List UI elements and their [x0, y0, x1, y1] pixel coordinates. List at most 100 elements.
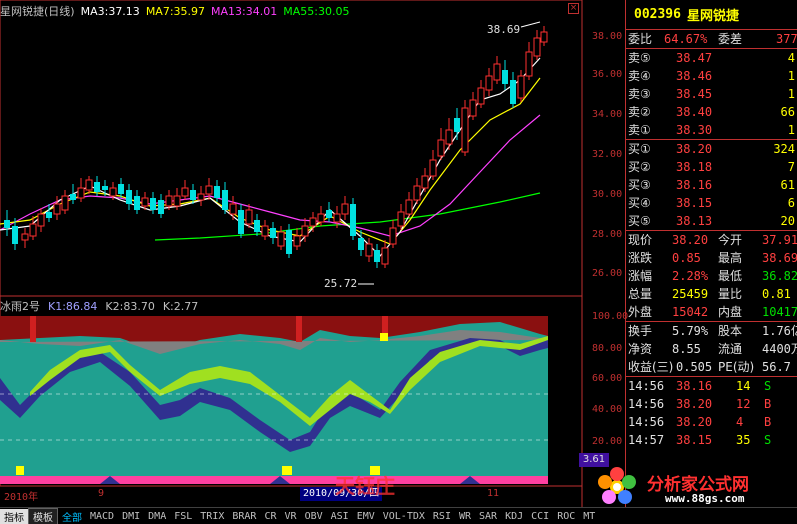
- stat-label: 量比: [718, 287, 743, 301]
- candle-body: [341, 203, 349, 215]
- candle-body: [214, 186, 220, 198]
- bid-label: 买②: [628, 160, 651, 174]
- bid-price: 38.20: [676, 142, 713, 156]
- chart-header: 星网锐捷(日线) MA3:37.13 MA7:35.97 MA13:34.01 MA55…: [0, 3, 355, 18]
- candle-body: [190, 190, 196, 200]
- stat-label: 涨跌: [628, 251, 653, 265]
- stat-value: 1.76亿: [762, 324, 797, 338]
- candle-body: [454, 118, 460, 132]
- bid-price: 38.13: [676, 214, 713, 228]
- tick-time: 14:56: [628, 379, 665, 393]
- candle-body: [102, 186, 108, 190]
- toolbar-item[interactable]: MT: [579, 511, 599, 522]
- candle-body: [429, 159, 437, 177]
- toolbar-item[interactable]: 指标: [0, 508, 28, 524]
- indicator-tick: 80.00: [592, 343, 623, 354]
- watermark-logo: 分析家公式网 www.88gs.com: [587, 462, 797, 507]
- watermark-stamp: 天钰庄: [335, 474, 395, 498]
- toolbar-item[interactable]: BRAR: [228, 511, 260, 522]
- ask-volume: 1: [787, 123, 795, 137]
- candle-body: [4, 220, 10, 228]
- stat-value: 25459: [672, 287, 709, 301]
- tick-side: B: [764, 397, 772, 411]
- candle-body: [437, 139, 445, 157]
- high-label: 38.69: [487, 23, 521, 36]
- ask-row: 卖③ 38.45 1: [626, 85, 797, 103]
- candle-body: [502, 70, 508, 84]
- toolbar-item[interactable]: VR: [281, 511, 301, 522]
- toolbar-item[interactable]: RSI: [429, 511, 455, 522]
- stat-value: 56.7: [762, 360, 791, 374]
- low-label: 25.72: [324, 277, 358, 290]
- candle-body: [421, 175, 429, 189]
- candle-body: [141, 197, 149, 207]
- candle-body: [389, 227, 397, 245]
- toolbar-item[interactable]: SAR: [475, 511, 501, 522]
- bid-volume: 7: [787, 160, 795, 174]
- candle-body: [286, 230, 292, 254]
- toolbar-item[interactable]: VOL-TDX: [379, 511, 429, 522]
- toolbar-item[interactable]: ROC: [553, 511, 579, 522]
- ask-row: 卖④ 38.46 1: [626, 67, 797, 85]
- candle-body: [469, 99, 477, 117]
- candle-body: [197, 193, 205, 201]
- bid-label: 买⑤: [628, 214, 651, 228]
- tick-volume: 35: [736, 433, 751, 447]
- close-icon[interactable]: ×: [568, 3, 579, 14]
- toolbar-item[interactable]: CCI: [527, 511, 553, 522]
- candle-body: [21, 233, 29, 241]
- toolbar-item[interactable]: DMA: [144, 511, 170, 522]
- toolbar-item[interactable]: 模板: [28, 508, 58, 524]
- ask-price: 38.30: [676, 123, 713, 137]
- tick-time: 14:56: [628, 397, 665, 411]
- quote-panel: 002396 星网锐捷 委比 64.67% 委差 377 卖⑤ 38.47 4 卖④ 3…: [625, 0, 797, 507]
- date-axis-month-9: 9: [98, 488, 105, 499]
- toolbar-item[interactable]: ASI: [327, 511, 353, 522]
- candle-body: [158, 200, 164, 214]
- candles: [4, 26, 548, 268]
- toolbar-item[interactable]: FSL: [170, 511, 196, 522]
- candle-body: [397, 211, 405, 227]
- toolbar-item[interactable]: KDJ: [501, 511, 527, 522]
- candle-body: [493, 63, 501, 81]
- candle-body: [270, 228, 276, 238]
- stat-value: 0.85: [672, 251, 701, 265]
- candle-body: [94, 182, 100, 192]
- bid-volume: 20: [780, 214, 795, 228]
- bid-volume: 61: [780, 178, 795, 192]
- tick-price: 38.20: [676, 415, 713, 429]
- toolbar-item[interactable]: CR: [260, 511, 280, 522]
- tick-row: 14:56 38.20 4 B: [626, 413, 797, 431]
- candle-body: [46, 212, 52, 218]
- toolbar-item[interactable]: EMV: [353, 511, 379, 522]
- ask-row: 卖⑤ 38.47 4: [626, 49, 797, 67]
- stat-label: 最高: [718, 251, 743, 265]
- stat-value: 38.69: [762, 251, 797, 265]
- toolbar-item[interactable]: MACD: [86, 511, 118, 522]
- toolbar-item[interactable]: WR: [455, 511, 475, 522]
- stat-row: 收益(三) 0.505 PE(动) 56.7: [626, 358, 797, 376]
- indicator-tick: 60.00: [592, 373, 623, 384]
- ask-label: 卖③: [628, 87, 651, 101]
- tick-volume: 12: [736, 397, 751, 411]
- candle-body: [77, 187, 85, 199]
- candle-body: [150, 198, 156, 210]
- indicator-toolbar[interactable]: 指标 模板 全部 MACD DMI DMA FSL TRIX BRAR CR VR OBV ASI EMV…: [0, 507, 797, 524]
- toolbar-item[interactable]: TRIX: [196, 511, 228, 522]
- candle-body: [254, 220, 260, 232]
- ask-price: 38.40: [676, 105, 713, 119]
- candle-body: [61, 195, 69, 211]
- chart-area[interactable]: 星网锐捷(日线) MA3:37.13 MA7:35.97 MA13:34.01 MA55…: [0, 0, 628, 507]
- toolbar-item[interactable]: DMI: [118, 511, 144, 522]
- candle-body: [525, 51, 533, 77]
- toolbar-item[interactable]: OBV: [301, 511, 327, 522]
- toolbar-item[interactable]: 全部: [58, 509, 86, 524]
- bid-row: 买③ 38.16 61: [626, 176, 797, 194]
- ask-volume: 4: [787, 51, 795, 65]
- stat-value: 15042: [672, 305, 709, 319]
- ask-label: 卖⑤: [628, 51, 651, 65]
- tick-price: 38.20: [676, 397, 713, 411]
- candle-body: [381, 247, 389, 265]
- kline-chart[interactable]: [0, 0, 625, 507]
- candle-body: [461, 107, 469, 153]
